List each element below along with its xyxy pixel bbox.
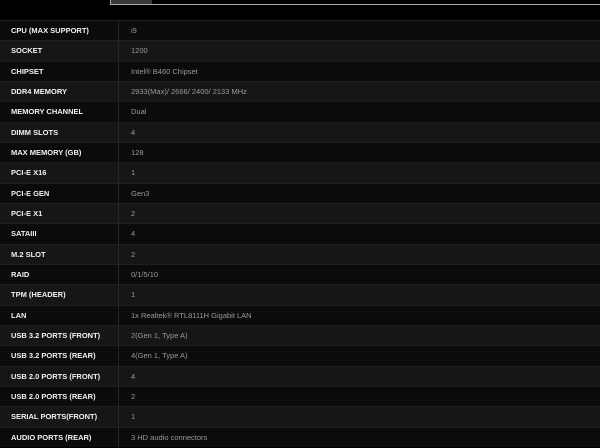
spec-label: MEMORY CHANNEL (0, 101, 119, 123)
spec-row: M.2 SLOT 2 (0, 243, 600, 265)
spec-label: DDR4 MEMORY (0, 80, 119, 102)
spec-value: 1 (118, 162, 600, 184)
spec-label: PCI-E GEN (0, 182, 119, 204)
spec-row: CPU (MAX SUPPORT) i9 (0, 19, 600, 41)
spec-row: PCI-E X1 2 (0, 202, 600, 224)
spec-label: TPM (HEADER) (0, 284, 119, 306)
spec-row: DIMM SLOTS 4 (0, 121, 600, 143)
spec-label: M.2 SLOT (0, 243, 119, 265)
spec-value: i9 (118, 19, 600, 41)
spec-label: PCI-E X1 (0, 202, 119, 224)
spec-value: Dual (118, 101, 600, 123)
spec-row: PCI-E GEN Gen3 (0, 182, 600, 204)
spec-row: RAID 0/1/5/10 (0, 263, 600, 285)
spec-value: 2 (118, 385, 600, 407)
spec-label: SOCKET (0, 40, 119, 62)
spec-row: USB 3.2 PORTS (FRONT) 2(Gen 1, Type A) (0, 324, 600, 346)
spec-value: 4(Gen 1, Type A) (118, 345, 600, 367)
spec-value: Gen3 (118, 182, 600, 204)
spec-label: SATAIII (0, 223, 119, 245)
tab-underline (110, 4, 600, 5)
spec-label: RAID (0, 263, 119, 285)
spec-label: USB 3.2 PORTS (FRONT) (0, 324, 119, 346)
spec-value: 1200 (118, 40, 600, 62)
spec-value: 4 (118, 365, 600, 387)
spec-value: 1 (118, 406, 600, 428)
spec-row: DDR4 MEMORY 2933(Max)/ 2666/ 2400/ 2133 M… (0, 80, 600, 102)
spec-row: SERIAL PORTS(FRONT) 1 (0, 406, 600, 428)
spec-value: 2 (118, 202, 600, 224)
spec-label: USB 2.0 PORTS (FRONT) (0, 365, 119, 387)
spec-page: CPU (MAX SUPPORT) i9 SOCKET 1200 CHIPSET Inte… (0, 0, 600, 448)
spec-label: MAX MEMORY (GB) (0, 141, 119, 163)
spec-value: 4 (118, 223, 600, 245)
spec-label: USB 2.0 PORTS (REAR) (0, 385, 119, 407)
spec-table-body: CPU (MAX SUPPORT) i9 SOCKET 1200 CHIPSET Inte… (0, 19, 600, 448)
tab-bar (0, 0, 600, 7)
spec-label: LAN (0, 304, 119, 326)
spec-row: USB 2.0 PORTS (REAR) 2 (0, 385, 600, 407)
spec-value: Intel® B460 Chipset (118, 60, 600, 82)
spec-label: DIMM SLOTS (0, 121, 119, 143)
spec-row: LAN 1x Realtek® RTL8111H Gigabit LAN (0, 304, 600, 326)
spec-row: AUDIO PORTS (REAR) 3 HD audio connectors (0, 426, 600, 448)
spec-row: SATAIII 4 (0, 223, 600, 245)
spec-label: SERIAL PORTS(FRONT) (0, 406, 119, 428)
spec-value: 2933(Max)/ 2666/ 2400/ 2133 MHz (118, 80, 600, 102)
spec-label: AUDIO PORTS (REAR) (0, 426, 119, 448)
spec-value: 1x Realtek® RTL8111H Gigabit LAN (118, 304, 600, 326)
spec-label: CHIPSET (0, 60, 119, 82)
spec-label: USB 3.2 PORTS (REAR) (0, 345, 119, 367)
spec-value: 0/1/5/10 (118, 263, 600, 285)
spec-row: CHIPSET Intel® B460 Chipset (0, 60, 600, 82)
spec-row: MEMORY CHANNEL Dual (0, 101, 600, 123)
spec-value: 2 (118, 243, 600, 265)
spec-row: MAX MEMORY (GB) 128 (0, 141, 600, 163)
spec-value: 128 (118, 141, 600, 163)
spec-row: USB 2.0 PORTS (FRONT) 4 (0, 365, 600, 387)
spec-value: 2(Gen 1, Type A) (118, 324, 600, 346)
spec-row: TPM (HEADER) 1 (0, 284, 600, 306)
spec-row: SOCKET 1200 (0, 40, 600, 62)
spec-row: USB 3.2 PORTS (REAR) 4(Gen 1, Type A) (0, 345, 600, 367)
spec-table: CPU (MAX SUPPORT) i9 SOCKET 1200 CHIPSET Inte… (0, 19, 600, 448)
spec-value: 4 (118, 121, 600, 143)
spec-value: 3 HD audio connectors (118, 426, 600, 448)
spec-value: 1 (118, 284, 600, 306)
spec-label: CPU (MAX SUPPORT) (0, 19, 119, 41)
spec-label: PCI-E X16 (0, 162, 119, 184)
spec-row: PCI-E X16 1 (0, 162, 600, 184)
